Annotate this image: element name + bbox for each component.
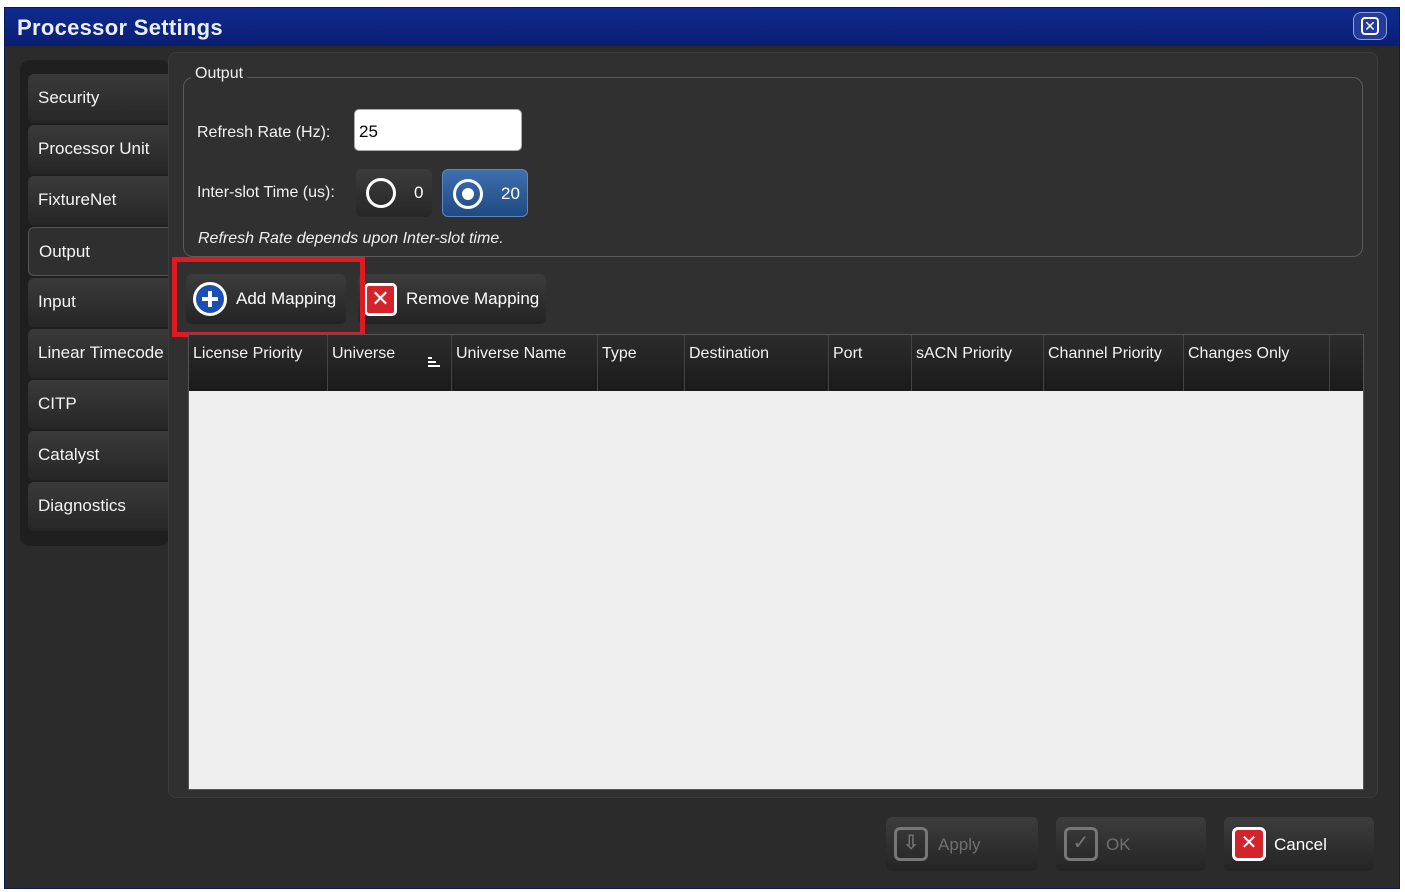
tab-diagnostics[interactable]: Diagnostics [28, 482, 170, 531]
output-group-label: Output [191, 65, 248, 83]
column-header-port[interactable]: Port [829, 335, 912, 391]
radio-selected-icon [453, 179, 483, 209]
column-header-filler [1330, 335, 1363, 391]
refresh-rate-note: Refresh Rate depends upon Inter-slot tim… [198, 230, 504, 247]
interslot-option-20[interactable]: 20 [442, 169, 528, 217]
tab-label: Linear Timecode [38, 343, 164, 362]
refresh-rate-input[interactable]: 25 [354, 109, 522, 151]
tab-label: Catalyst [38, 445, 100, 464]
column-header-universe[interactable]: Universe [328, 335, 452, 391]
highlight-box [172, 257, 365, 337]
column-header-destination[interactable]: Destination [685, 335, 829, 391]
tab-label: Processor Unit [38, 139, 150, 158]
interslot-option-0[interactable]: 0 [356, 169, 432, 217]
mapping-table[interactable]: License Priority Universe Universe Name … [188, 334, 1364, 790]
title-bar: Processor Settings ✕ [5, 8, 1399, 46]
tab-processor-unit[interactable]: Processor Unit [28, 125, 170, 174]
tab-label: Input [38, 292, 76, 311]
column-header-universe-name[interactable]: Universe Name [452, 335, 598, 391]
interslot-option-value: 0 [414, 183, 424, 202]
column-header-sacn-priority[interactable]: sACN Priority [912, 335, 1044, 391]
remove-mapping-button[interactable]: ✕ Remove Mapping [358, 274, 546, 324]
tab-output[interactable]: Output [28, 227, 174, 276]
cancel-label: Cancel [1274, 835, 1327, 854]
x-icon: ✕ [1232, 827, 1266, 861]
tab-label: Output [39, 242, 91, 261]
tab-security[interactable]: Security [28, 74, 170, 123]
apply-button[interactable]: ⇩ Apply [886, 817, 1038, 871]
checkmark-icon: ✓ [1064, 827, 1098, 861]
interslot-option-value: 20 [501, 184, 520, 203]
x-icon: ✕ [364, 283, 397, 316]
tab-catalyst[interactable]: Catalyst [28, 431, 170, 480]
ok-label: OK [1106, 835, 1131, 854]
column-header-changes-only[interactable]: Changes Only [1184, 335, 1330, 391]
radio-icon [366, 178, 396, 208]
ok-button[interactable]: ✓ OK [1056, 817, 1206, 871]
cancel-button[interactable]: ✕ Cancel [1224, 817, 1374, 871]
column-header-license-priority[interactable]: License Priority [189, 335, 328, 391]
tab-fixturenet[interactable]: FixtureNet [28, 176, 170, 225]
download-arrow-icon: ⇩ [894, 827, 928, 861]
settings-sidebar: Security Processor Unit FixtureNet Outpu… [20, 60, 174, 546]
tab-linear-timecode[interactable]: Linear Timecode [28, 329, 170, 378]
remove-mapping-label: Remove Mapping [406, 289, 540, 308]
close-icon: ✕ [1361, 17, 1379, 35]
interslot-time-label: Inter-slot Time (us): [197, 184, 335, 201]
sort-icon [428, 357, 440, 367]
tab-citp[interactable]: CITP [28, 380, 170, 429]
close-button[interactable]: ✕ [1353, 12, 1387, 40]
window-title: Processor Settings [17, 15, 223, 40]
apply-label: Apply [938, 835, 981, 854]
table-header: License Priority Universe Universe Name … [189, 335, 1363, 391]
refresh-rate-label: Refresh Rate (Hz): [197, 124, 331, 141]
column-header-label: Universe [332, 345, 396, 362]
column-header-type[interactable]: Type [598, 335, 685, 391]
tab-label: CITP [38, 394, 77, 413]
tab-input[interactable]: Input [28, 278, 170, 327]
column-header-channel-priority[interactable]: Channel Priority [1044, 335, 1184, 391]
tab-label: FixtureNet [38, 190, 117, 209]
tab-label: Diagnostics [38, 496, 126, 515]
tab-label: Security [38, 88, 100, 107]
